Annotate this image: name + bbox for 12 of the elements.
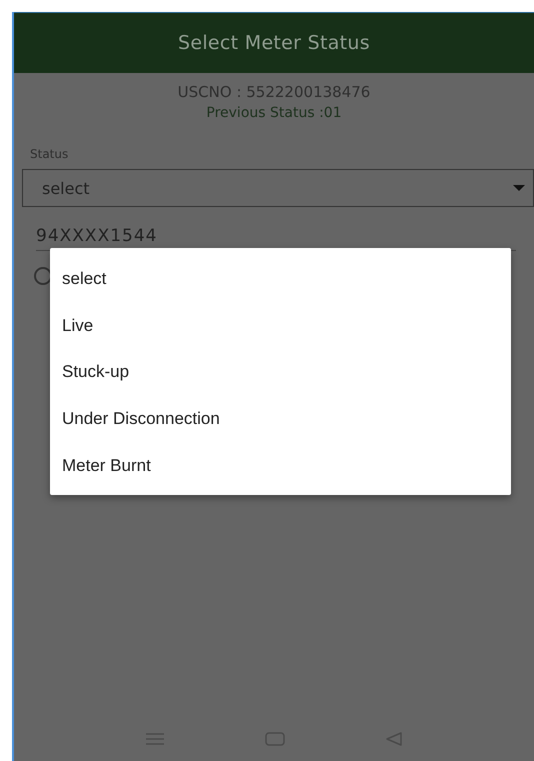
menu-option[interactable]: Stuck-up <box>50 349 511 396</box>
menu-option[interactable]: select <box>50 256 511 303</box>
home-icon[interactable] <box>265 732 285 746</box>
header-title: Select Meter Status <box>178 32 370 54</box>
menu-option[interactable]: Under Disconnection <box>50 396 511 442</box>
back-icon[interactable] <box>385 732 403 746</box>
status-label: Status <box>30 147 68 161</box>
menu-option[interactable]: Meter Burnt <box>50 442 511 489</box>
previous-status-text: Previous Status :01 <box>206 105 342 121</box>
caret-icon <box>513 185 525 191</box>
menu-icon[interactable] <box>145 732 165 746</box>
menu-option[interactable]: Live <box>50 302 511 350</box>
